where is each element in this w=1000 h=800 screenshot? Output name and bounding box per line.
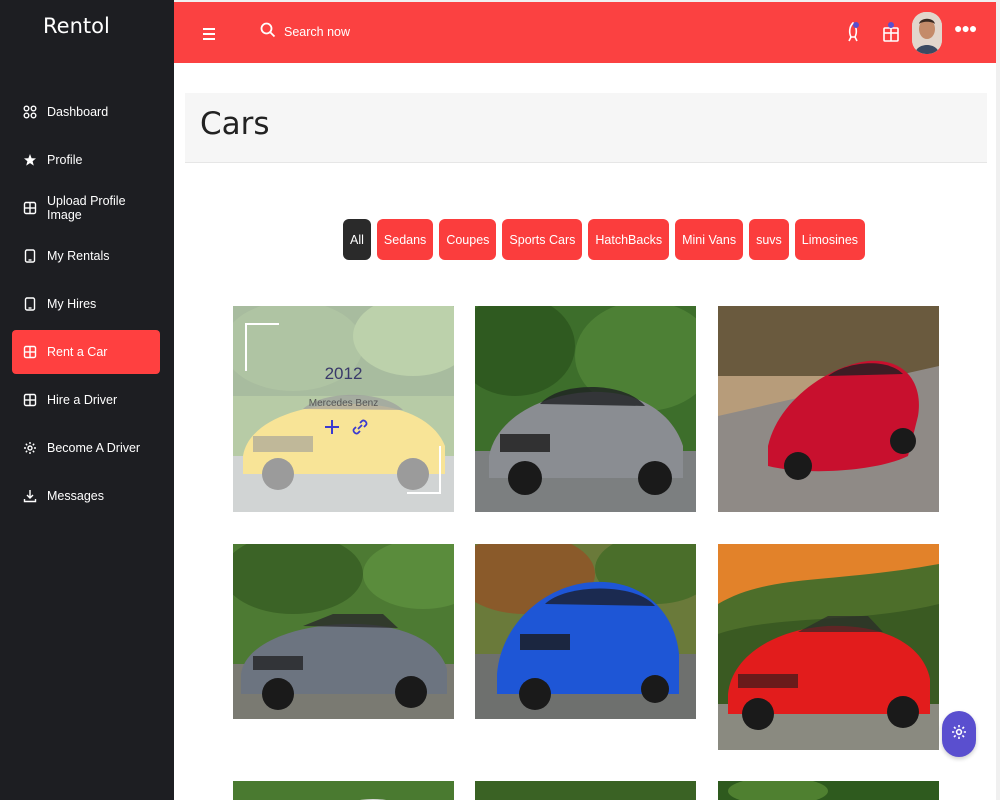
page-title: Cars [200,106,270,142]
filter-hatchbacks[interactable]: HatchBacks [588,219,670,260]
filter-sedans[interactable]: Sedans [376,219,434,260]
car-card[interactable] [718,306,939,512]
filter-mini-vans[interactable]: Mini Vans [675,219,744,260]
sidebar-item-label: My Rentals [47,249,110,263]
sidebar-item-hire-a-driver[interactable]: Hire a Driver [12,378,160,422]
sidebar-item-upload-profile-image[interactable]: Upload Profile Image [12,186,160,230]
filter-sports-cars[interactable]: Sports Cars [502,219,583,260]
filter-limosines[interactable]: Limosines [794,219,866,260]
sidebar-item-label: Hire a Driver [47,393,118,407]
car-photo [718,544,939,750]
gear-icon [23,441,37,455]
sidebar: Rentol Dashboard Profile Upload Profile … [0,0,174,800]
search-input[interactable]: Search now [284,25,350,39]
car-card[interactable]: 2012 Mercedes Benz [233,306,454,512]
filter-all[interactable]: All [343,219,371,260]
sidebar-item-label: Profile [47,153,83,167]
car-card[interactable] [475,544,696,719]
car-year: 2012 [324,364,363,383]
search-bar[interactable]: Search now [260,22,350,41]
rocket-icon[interactable] [842,20,864,44]
sidebar-item-my-rentals[interactable]: My Rentals [12,234,160,278]
grid-icon [23,105,37,119]
sidebar-item-my-hires[interactable]: My Hires [12,282,160,326]
settings-fab[interactable] [942,711,976,757]
menu-icon[interactable] [200,24,220,44]
frame-corner [407,446,441,494]
car-photo [475,781,696,800]
more-icon[interactable]: ●●● [954,20,977,36]
car-card[interactable] [718,781,939,800]
avatar[interactable] [912,12,942,54]
filter-coupes[interactable]: Coupes [439,219,497,260]
download-icon [23,489,37,503]
square-grid-icon [23,201,37,215]
card-overlay: 2012 Mercedes Benz [233,306,454,512]
car-card[interactable] [233,781,454,800]
sidebar-item-label: Upload Profile Image [47,194,126,222]
square-grid-icon [23,345,37,359]
plus-icon[interactable] [323,418,341,436]
sidebar-item-label: Dashboard [47,105,109,119]
search-icon [260,22,284,41]
scrollbar[interactable] [996,0,1000,800]
gift-icon[interactable] [880,20,902,44]
car-photo [233,781,454,800]
car-photo [718,781,939,800]
square-grid-icon [23,393,37,407]
filter-suvs[interactable]: suvs [749,219,789,260]
tablet-icon [23,297,37,311]
brand-logo[interactable]: Rentol [43,14,110,38]
page-header: Cars [185,93,987,163]
sidebar-item-become-a-driver[interactable]: Become A Driver [12,426,160,470]
sidebar-item-label: Messages [47,489,104,503]
tablet-icon [23,249,37,263]
car-photo [233,544,454,719]
car-photo [475,306,696,512]
car-photo [718,306,939,512]
card-actions [323,418,369,436]
main-content: Cars All Sedans Coupes Sports Cars Hatch… [174,63,996,800]
car-photo [475,544,696,719]
sidebar-item-dashboard[interactable]: Dashboard [12,90,160,134]
sidebar-nav: Dashboard Profile Upload Profile Image M… [12,90,160,522]
sidebar-item-rent-a-car[interactable]: Rent a Car [12,330,160,374]
car-card[interactable] [475,306,696,512]
sidebar-item-profile[interactable]: Profile [12,138,160,182]
filter-bar: All Sedans Coupes Sports Cars HatchBacks… [343,219,866,260]
sidebar-item-label: Become A Driver [47,441,141,455]
sidebar-item-messages[interactable]: Messages [12,474,160,518]
star-icon [23,153,37,167]
link-icon[interactable] [351,418,369,436]
gear-icon [951,724,967,745]
car-card[interactable] [718,544,939,750]
car-card[interactable] [233,544,454,719]
car-name: Mercedes Benz [308,398,379,409]
top-header: Search now ●●● [174,2,996,63]
car-card[interactable] [475,781,696,800]
sidebar-item-label: Rent a Car [47,345,108,359]
sidebar-item-label: My Hires [47,297,97,311]
